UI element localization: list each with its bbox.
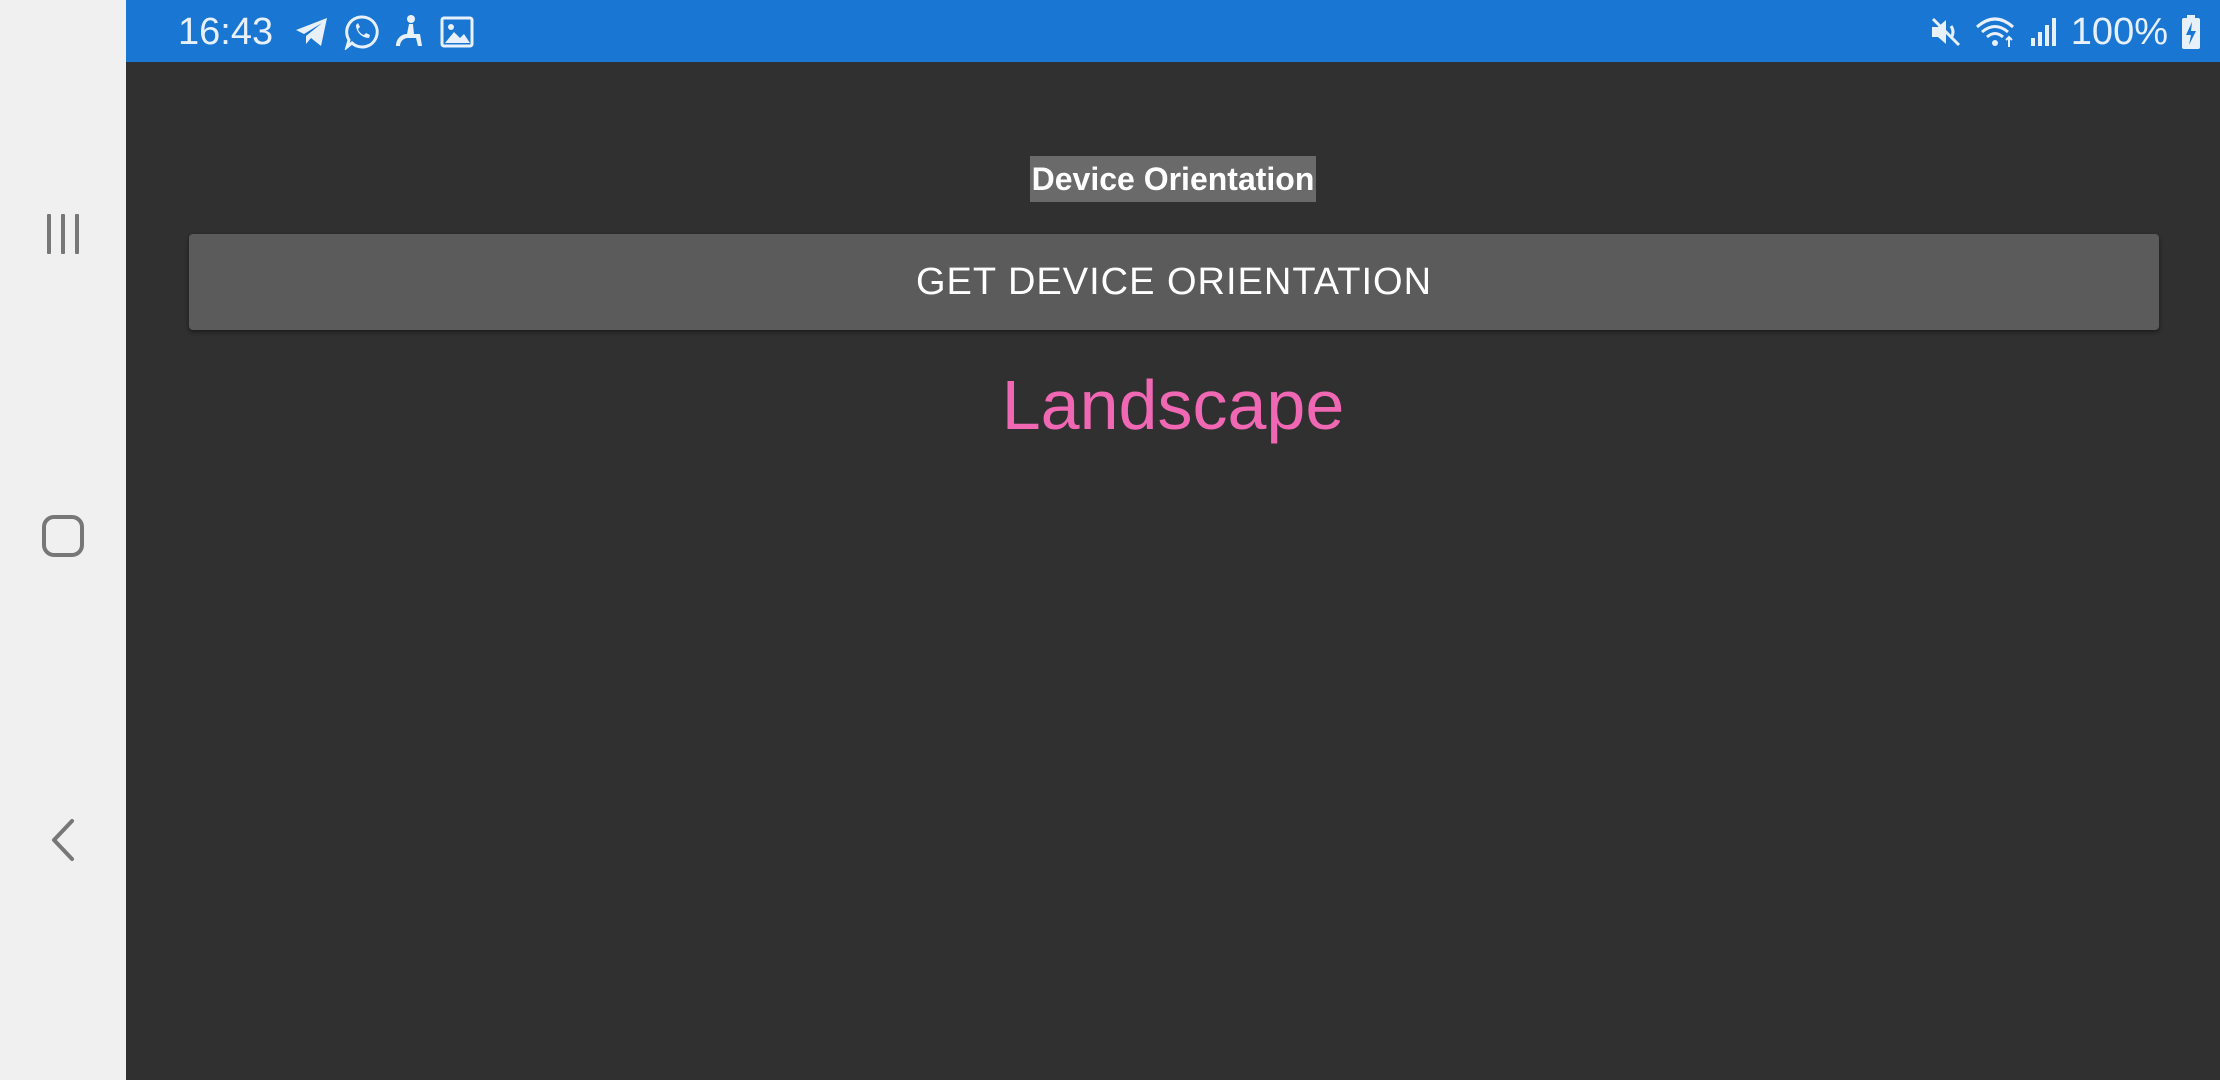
back-button[interactable] bbox=[0, 780, 126, 900]
title-container: Device Orientation bbox=[126, 156, 2220, 202]
home-button[interactable] bbox=[0, 476, 126, 596]
result-container: Landscape bbox=[126, 362, 2220, 448]
orientation-result: Landscape bbox=[1001, 366, 1345, 444]
get-device-orientation-button[interactable]: GET DEVICE ORIENTATION bbox=[189, 234, 2159, 330]
telegram-icon bbox=[296, 18, 327, 46]
recents-button[interactable] bbox=[0, 174, 126, 294]
recents-icon bbox=[47, 214, 79, 254]
battery-percent: 100% bbox=[2070, 11, 2168, 53]
home-icon bbox=[42, 515, 84, 557]
back-icon bbox=[52, 819, 74, 861]
navigation-bar bbox=[0, 0, 126, 1080]
image-icon bbox=[440, 16, 474, 48]
accessibility-icon bbox=[396, 15, 422, 46]
mute-icon bbox=[1931, 17, 1960, 47]
signal-icon bbox=[2030, 18, 2056, 46]
status-time: 16:43 bbox=[178, 11, 274, 53]
whatsapp-icon bbox=[344, 15, 379, 50]
battery-charging-icon bbox=[2182, 15, 2200, 49]
status-bar: 16:43 100% bbox=[126, 0, 2220, 62]
system-status: 100% bbox=[1929, 10, 2202, 54]
page-title: Device Orientation bbox=[1029, 156, 1317, 202]
app-content: Device Orientation GET DEVICE ORIENTATIO… bbox=[126, 62, 2220, 1080]
notification-icons bbox=[294, 14, 474, 50]
screen: 16:43 100% Device Orientation GET DEVICE… bbox=[0, 0, 2220, 1080]
wifi-icon bbox=[1975, 17, 2014, 47]
